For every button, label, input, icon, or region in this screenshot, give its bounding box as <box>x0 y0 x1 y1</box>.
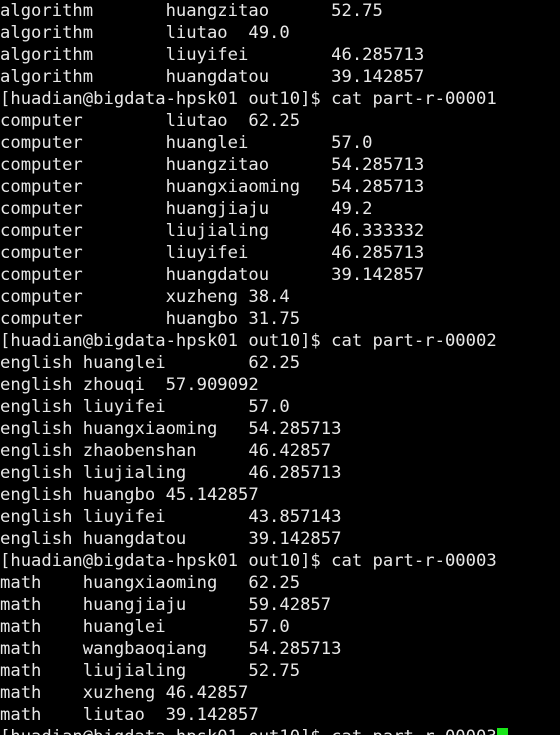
terminal-output-line: english huangxiaoming 54.285713 <box>0 418 560 440</box>
terminal-output-line: computer huangjiaju 49.2 <box>0 198 560 220</box>
terminal-output-line: computer huangxiaoming 54.285713 <box>0 176 560 198</box>
terminal-line-text: computer liutao 62.25 <box>0 111 301 131</box>
terminal-line-text: computer huanglei 57.0 <box>0 133 373 153</box>
terminal-line-text: computer xuzheng 38.4 <box>0 287 290 307</box>
terminal-line-text: computer liuyifei 46.285713 <box>0 243 425 263</box>
terminal-line-text: english huanglei 62.25 <box>0 353 301 373</box>
terminal-prompt-line: [huadian@bigdata-hpsk01 out10]$ cat part… <box>0 330 560 352</box>
terminal-prompt-line: [huadian@bigdata-hpsk01 out10]$ cat part… <box>0 550 560 572</box>
terminal-line-text: english liuyifei 57.0 <box>0 397 290 417</box>
terminal-line-text: computer huangdatou 39.142857 <box>0 265 425 285</box>
terminal-output-line: computer huanglei 57.0 <box>0 132 560 154</box>
terminal-output-line: algorithm huangdatou 39.142857 <box>0 66 560 88</box>
terminal-line-text: computer huangzitao 54.285713 <box>0 155 425 175</box>
terminal-line-text: english liujialing 46.285713 <box>0 463 342 483</box>
terminal-output-line: english liuyifei 57.0 <box>0 396 560 418</box>
terminal-line-text: english huangbo 45.142857 <box>0 485 259 505</box>
terminal-prompt-line: [huadian@bigdata-hpsk01 out10]$ cat part… <box>0 88 560 110</box>
terminal-line-text: algorithm liuyifei 46.285713 <box>0 45 425 65</box>
terminal-line-text: math xuzheng 46.42857 <box>0 683 249 703</box>
terminal-output-line: computer liutao 62.25 <box>0 110 560 132</box>
terminal-line-text: algorithm huangzitao 52.75 <box>0 1 383 21</box>
terminal-output-line: english liuyifei 43.857143 <box>0 506 560 528</box>
terminal-output-line: algorithm liuyifei 46.285713 <box>0 44 560 66</box>
terminal-line-text: english zhouqi 57.909092 <box>0 375 259 395</box>
terminal-line-text: algorithm huangdatou 39.142857 <box>0 67 425 87</box>
terminal-line-text: math liutao 39.142857 <box>0 705 259 725</box>
terminal-output-line: algorithm liutao 49.0 <box>0 22 560 44</box>
terminal-output-line: english huangdatou 39.142857 <box>0 528 560 550</box>
terminal-output-line: math xuzheng 46.42857 <box>0 682 560 704</box>
terminal-line-text: computer huangxiaoming 54.285713 <box>0 177 425 197</box>
terminal-output-line: algorithm huangzitao 52.75 <box>0 0 560 22</box>
terminal-line-text: math huangxiaoming 62.25 <box>0 573 301 593</box>
terminal-output-line: computer huangbo 31.75 <box>0 308 560 330</box>
terminal-output-line: english zhouqi 57.909092 <box>0 374 560 396</box>
terminal-output-line: math huangjiaju 59.42857 <box>0 594 560 616</box>
terminal-output-line: math huanglei 57.0 <box>0 616 560 638</box>
terminal-line-text: math wangbaoqiang 54.285713 <box>0 639 342 659</box>
terminal-line-text: [huadian@bigdata-hpsk01 out10]$ cat part… <box>0 331 497 351</box>
terminal-output-line: math wangbaoqiang 54.285713 <box>0 638 560 660</box>
terminal-output-line: math liutao 39.142857 <box>0 704 560 726</box>
terminal-output-line: computer huangdatou 39.142857 <box>0 264 560 286</box>
terminal-line-text: math huanglei 57.0 <box>0 617 290 637</box>
terminal-line-text: english zhaobenshan 46.42857 <box>0 441 332 461</box>
terminal-output-line: english huanglei 62.25 <box>0 352 560 374</box>
terminal-line-text: english huangxiaoming 54.285713 <box>0 419 342 439</box>
terminal-output-line: computer liuyifei 46.285713 <box>0 242 560 264</box>
text-cursor <box>496 728 509 735</box>
terminal-output-line: english zhaobenshan 46.42857 <box>0 440 560 462</box>
terminal-line-text: math huangjiaju 59.42857 <box>0 595 332 615</box>
terminal-line-text: computer liujialing 46.333332 <box>0 221 425 241</box>
terminal-line-text: [huadian@bigdata-hpsk01 out10]$ cat part… <box>0 551 497 571</box>
terminal-window[interactable]: algorithm huangzitao 52.75 algorithm liut… <box>0 0 560 735</box>
terminal-line-text: math liujialing 52.75 <box>0 661 301 681</box>
terminal-line-text: computer huangjiaju 49.2 <box>0 199 373 219</box>
terminal-output-line: computer liujialing 46.333332 <box>0 220 560 242</box>
terminal-line-text: computer huangbo 31.75 <box>0 309 301 329</box>
terminal-line-text: [huadian@bigdata-hpsk01 out10]$ cat part… <box>0 727 497 735</box>
terminal-line-text: [huadian@bigdata-hpsk01 out10]$ cat part… <box>0 89 497 109</box>
terminal-output-line: english liujialing 46.285713 <box>0 462 560 484</box>
terminal-output-area: algorithm huangzitao 52.75 algorithm liut… <box>0 0 560 735</box>
terminal-output-line: math liujialing 52.75 <box>0 660 560 682</box>
terminal-output-line: computer xuzheng 38.4 <box>0 286 560 308</box>
terminal-output-line: math huangxiaoming 62.25 <box>0 572 560 594</box>
terminal-line-text: english liuyifei 43.857143 <box>0 507 342 527</box>
terminal-line-text: english huangdatou 39.142857 <box>0 529 342 549</box>
terminal-prompt-line: [huadian@bigdata-hpsk01 out10]$ cat part… <box>0 726 560 735</box>
terminal-output-line: computer huangzitao 54.285713 <box>0 154 560 176</box>
terminal-output-line: english huangbo 45.142857 <box>0 484 560 506</box>
terminal-line-text: algorithm liutao 49.0 <box>0 23 290 43</box>
